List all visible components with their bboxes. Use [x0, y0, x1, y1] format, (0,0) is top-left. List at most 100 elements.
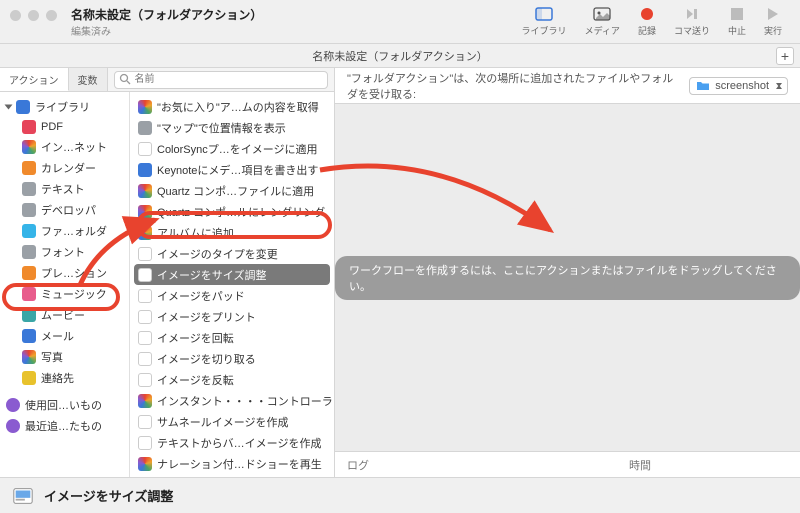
action-item[interactable]: イメージを切り取る — [130, 348, 334, 369]
sidebar-category[interactable]: 連絡先 — [0, 367, 129, 388]
sidebar-category[interactable]: カレンダー — [0, 157, 129, 178]
action-item[interactable]: Keynoteにメデ…項目を書き出す — [130, 159, 334, 180]
action-item[interactable]: Quartz コンポ…ルにレンダリング — [130, 201, 334, 222]
toolbar-library[interactable]: ライブラリ — [522, 6, 567, 37]
window-controls — [10, 6, 57, 21]
workflow-input-bar: "フォルダアクション"は、次の場所に追加されたファイルやフォルダを受け取る: s… — [335, 68, 800, 104]
description-footer: イメージをサイズ調整 — [0, 477, 800, 513]
add-button[interactable]: + — [776, 47, 794, 65]
action-icon — [138, 289, 152, 303]
action-icon — [138, 268, 152, 282]
action-icon — [138, 436, 152, 450]
canvas-placeholder: ワークフローを作成するには、ここにアクションまたはファイルをドラッグしてください… — [335, 256, 800, 300]
category-icon — [22, 224, 36, 238]
search-input[interactable] — [114, 71, 329, 89]
action-item[interactable]: ColorSyncプ…をイメージに適用 — [130, 138, 334, 159]
toolbar-stop[interactable]: 中止 — [728, 6, 746, 37]
category-icon — [22, 245, 36, 259]
folder-icon — [696, 80, 710, 91]
action-item[interactable]: テキストからバ…イメージを作成 — [130, 432, 334, 453]
stop-icon — [728, 6, 746, 22]
sidebar-category[interactable]: メール — [0, 325, 129, 346]
tab-variables[interactable]: 変数 — [69, 68, 108, 91]
toolbar-media[interactable]: メディア — [585, 6, 620, 37]
close-dot[interactable] — [10, 10, 21, 21]
action-icon — [138, 205, 152, 219]
category-icon — [22, 182, 36, 196]
sidebar-category[interactable]: フォント — [0, 241, 129, 262]
category-icon — [22, 287, 36, 301]
action-icon — [138, 331, 152, 345]
action-item[interactable]: "お気に入り"ア…ムの内容を取得 — [130, 96, 334, 117]
action-item[interactable]: サムネールイメージを作成 — [130, 411, 334, 432]
category-icon — [22, 308, 36, 322]
sidebar-category[interactable]: ミュージック — [0, 283, 129, 304]
subheader: 名称未設定（フォルダアクション） + — [0, 44, 800, 68]
toolbar-step[interactable]: コマ送り — [674, 6, 710, 37]
action-icon — [138, 226, 152, 240]
sidebar-category[interactable]: イン…ネット — [0, 136, 129, 157]
folder-selector[interactable]: screenshot — [689, 77, 788, 95]
sidebar-category[interactable]: プレ…ション — [0, 262, 129, 283]
action-item[interactable]: イメージをプリント — [130, 306, 334, 327]
document-title: 名称未設定（フォルダアクション） — [312, 48, 487, 64]
action-icon — [138, 100, 152, 114]
sidebar-category[interactable]: テキスト — [0, 178, 129, 199]
action-icon — [138, 457, 152, 471]
action-item[interactable]: イメージをパッド — [130, 285, 334, 306]
category-icon — [22, 120, 36, 134]
smart-folder-icon — [6, 419, 20, 433]
action-item[interactable]: イメージをサイズ調整 — [134, 264, 330, 285]
sidebar-smart-group[interactable]: 最近追…たもの — [0, 415, 129, 436]
sidebar-category[interactable]: ムービー — [0, 304, 129, 325]
minimize-dot[interactable] — [28, 10, 39, 21]
titlebar: 名称未設定（フォルダアクション） 編集済み ライブラリ メディア 記録 コマ送り… — [0, 0, 800, 44]
action-item[interactable]: "マップ"で位置情報を表示 — [130, 117, 334, 138]
action-item[interactable]: インスタント・・・・コントローラ — [130, 390, 334, 411]
action-item[interactable]: イメージを反転 — [130, 369, 334, 390]
tab-actions[interactable]: アクション — [0, 68, 69, 91]
step-icon — [683, 6, 701, 22]
category-icon — [22, 140, 36, 154]
log-panel: ログ 時間 — [335, 451, 800, 477]
workflow-canvas[interactable]: ワークフローを作成するには、ここにアクションまたはファイルをドラッグしてください… — [335, 104, 800, 451]
action-icon — [138, 142, 152, 156]
log-label: ログ — [347, 457, 369, 473]
action-item[interactable]: イメージのタイプを変更 — [130, 243, 334, 264]
action-icon — [138, 373, 152, 387]
sidebar-category[interactable]: 写真 — [0, 346, 129, 367]
sidebar-category[interactable]: ファ…ォルダ — [0, 220, 129, 241]
action-item[interactable]: ビデオスナップショットを撮る — [130, 474, 334, 477]
category-icon — [22, 161, 36, 175]
sidebar-smart-group[interactable]: 使用回…いもの — [0, 394, 129, 415]
action-icon — [138, 247, 152, 261]
toolbar-run[interactable]: 実行 — [764, 6, 782, 37]
action-item[interactable]: ナレーション付…ドショーを再生 — [130, 453, 334, 474]
action-item[interactable]: Quartz コンポ…ファイルに適用 — [130, 180, 334, 201]
library-header[interactable]: ライブラリ — [0, 96, 129, 117]
action-large-icon — [12, 485, 34, 507]
zoom-dot[interactable] — [46, 10, 57, 21]
action-item[interactable]: アルバムに追加 — [130, 222, 334, 243]
action-icon — [138, 121, 152, 135]
category-icon — [22, 371, 36, 385]
toolbar: ライブラリ メディア 記録 コマ送り 中止 実行 — [522, 6, 790, 37]
log-time-label: 時間 — [629, 457, 651, 473]
record-icon — [638, 6, 656, 22]
action-icon — [138, 394, 152, 408]
sidebar-category[interactable]: PDF — [0, 117, 129, 136]
action-icon — [138, 352, 152, 366]
sidebar-category[interactable]: デベロッパ — [0, 199, 129, 220]
disclosure-triangle-icon — [5, 104, 13, 109]
category-icon — [22, 350, 36, 364]
search-icon — [119, 73, 131, 88]
window-title: 名称未設定（フォルダアクション） — [71, 6, 262, 23]
category-icon — [22, 203, 36, 217]
category-icon — [22, 266, 36, 280]
action-item[interactable]: イメージを回転 — [130, 327, 334, 348]
smart-folder-icon — [6, 398, 20, 412]
library-tabbar: アクション 変数 — [0, 68, 334, 92]
description-title: イメージをサイズ調整 — [44, 486, 173, 505]
action-icon — [138, 310, 152, 324]
toolbar-record[interactable]: 記録 — [638, 6, 656, 37]
